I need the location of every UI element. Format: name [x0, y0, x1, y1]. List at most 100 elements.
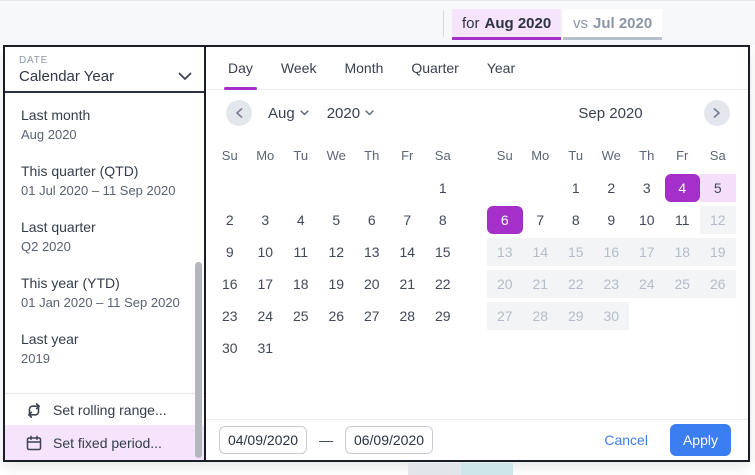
day-cell[interactable]: 1: [425, 174, 461, 202]
day-cell[interactable]: 12: [319, 238, 355, 266]
day-cell[interactable]: 11: [283, 238, 319, 266]
week-row: 9101112131415: [212, 238, 461, 266]
day-cell[interactable]: 3: [629, 174, 665, 202]
week-row: 13141516171819: [487, 238, 736, 266]
day-cell[interactable]: 15: [425, 238, 461, 266]
day-cell[interactable]: 27: [354, 302, 390, 330]
day-cell[interactable]: 6: [354, 206, 390, 234]
weekday-label: We: [319, 144, 355, 168]
day-cell[interactable]: 19: [319, 270, 355, 298]
preset-this-quarter[interactable]: This quarter (QTD) 01 Jul 2020 – 11 Sep …: [5, 162, 204, 200]
day-cell[interactable]: 21: [390, 270, 426, 298]
toolbar-divider: [443, 10, 444, 37]
next-month-button[interactable]: [704, 100, 730, 126]
day-cell-empty: [319, 174, 355, 202]
day-cell-empty: [629, 302, 665, 330]
date-type-dropdown[interactable]: DATE Calendar Year: [5, 47, 204, 93]
day-cell[interactable]: 4: [665, 174, 701, 202]
chevron-down-icon: [178, 72, 192, 81]
weekday-label: Mo: [523, 144, 559, 168]
day-cell[interactable]: 20: [354, 270, 390, 298]
start-date-input[interactable]: [219, 426, 307, 454]
day-cell: 23: [594, 270, 630, 298]
weekday-label: Sa: [700, 144, 736, 168]
day-cell[interactable]: 5: [700, 174, 736, 202]
date-picker-screen: for Aug 2020 vs Jul 2020 DATE Calendar Y…: [0, 0, 755, 475]
day-cell[interactable]: 13: [354, 238, 390, 266]
tab-year[interactable]: Year: [487, 47, 515, 89]
day-cell[interactable]: 9: [594, 206, 630, 234]
preset-this-year[interactable]: This year (YTD) 01 Jan 2020 – 11 Sep 202…: [5, 274, 204, 312]
day-cell-empty: [248, 174, 284, 202]
day-cell[interactable]: 11: [665, 206, 701, 234]
weekday-label: Th: [629, 144, 665, 168]
day-cell[interactable]: 14: [390, 238, 426, 266]
calendar-area: Day Week Month Quarter Year Aug: [206, 47, 748, 460]
apply-button[interactable]: Apply: [670, 424, 731, 456]
day-cell-empty: [319, 334, 355, 362]
day-cell[interactable]: 22: [425, 270, 461, 298]
day-cell-empty: [212, 174, 248, 202]
day-cell-empty: [700, 302, 736, 330]
week-row: 20212223242526: [487, 270, 736, 298]
day-cell: 18: [665, 238, 701, 266]
month-select-value: Aug: [268, 105, 295, 122]
day-cell[interactable]: 17: [248, 270, 284, 298]
set-fixed-period-item[interactable]: Set fixed period...: [5, 425, 204, 460]
preset-last-year[interactable]: Last year 2019: [5, 330, 204, 368]
day-cell[interactable]: 30: [212, 334, 248, 362]
day-cell[interactable]: 7: [523, 206, 559, 234]
tab-month[interactable]: Month: [344, 47, 383, 89]
day-cell[interactable]: 2: [594, 174, 630, 202]
day-cell[interactable]: 9: [212, 238, 248, 266]
month-select[interactable]: Aug: [268, 105, 309, 122]
day-cell[interactable]: 31: [248, 334, 284, 362]
day-cell[interactable]: 2: [212, 206, 248, 234]
day-cell[interactable]: 29: [425, 302, 461, 330]
prev-month-button[interactable]: [226, 100, 252, 126]
day-cell[interactable]: 24: [248, 302, 284, 330]
day-cell[interactable]: 4: [283, 206, 319, 234]
day-cell[interactable]: 23: [212, 302, 248, 330]
day-cell[interactable]: 3: [248, 206, 284, 234]
weekday-header-row: SuMoTuWeThFrSa: [212, 144, 461, 168]
weekday-header-row: SuMoTuWeThFrSa: [487, 144, 736, 168]
calendar-header: Aug 2020 Sep 2020: [206, 90, 748, 136]
weekday-label: Su: [212, 144, 248, 168]
year-select[interactable]: 2020: [327, 105, 374, 122]
sidebar-scrollbar-thumb[interactable]: [195, 262, 202, 458]
set-rolling-range-item[interactable]: Set rolling range...: [5, 394, 204, 425]
preset-last-quarter[interactable]: Last quarter Q2 2020: [5, 218, 204, 256]
day-cell[interactable]: 10: [629, 206, 665, 234]
preset-label: This year (YTD): [21, 274, 188, 293]
day-cell[interactable]: 5: [319, 206, 355, 234]
tab-quarter[interactable]: Quarter: [411, 47, 458, 89]
day-cell: 26: [700, 270, 736, 298]
day-cell[interactable]: 10: [248, 238, 284, 266]
background-chart-fragment: [461, 463, 513, 475]
primary-period-chip[interactable]: for Aug 2020: [452, 9, 561, 40]
primary-period-value: Aug 2020: [485, 15, 552, 32]
week-row: 2345678: [212, 206, 461, 234]
set-fixed-period-label: Set fixed period...: [53, 435, 162, 451]
day-cell[interactable]: 7: [390, 206, 426, 234]
tab-day[interactable]: Day: [228, 47, 253, 89]
day-cell[interactable]: 16: [212, 270, 248, 298]
calendar-footer: — Cancel Apply: [206, 419, 748, 460]
preset-last-month[interactable]: Last month Aug 2020: [5, 106, 204, 144]
day-cell[interactable]: 8: [425, 206, 461, 234]
day-cell[interactable]: 18: [283, 270, 319, 298]
day-cell[interactable]: 28: [390, 302, 426, 330]
end-date-input[interactable]: [345, 426, 433, 454]
compare-period-chip[interactable]: vs Jul 2020: [563, 9, 662, 40]
day-cell[interactable]: 6: [487, 206, 523, 234]
day-cell[interactable]: 25: [283, 302, 319, 330]
months-container: SuMoTuWeThFrSa12345678910111213141516171…: [206, 136, 748, 366]
day-cell[interactable]: 26: [319, 302, 355, 330]
date-picker-panel: DATE Calendar Year Last month Aug 2020 T…: [3, 45, 750, 462]
day-cell[interactable]: 1: [558, 174, 594, 202]
tab-week[interactable]: Week: [281, 47, 317, 89]
day-cell[interactable]: 8: [558, 206, 594, 234]
date-type-value: Calendar Year: [19, 68, 114, 85]
cancel-button[interactable]: Cancel: [604, 432, 648, 448]
